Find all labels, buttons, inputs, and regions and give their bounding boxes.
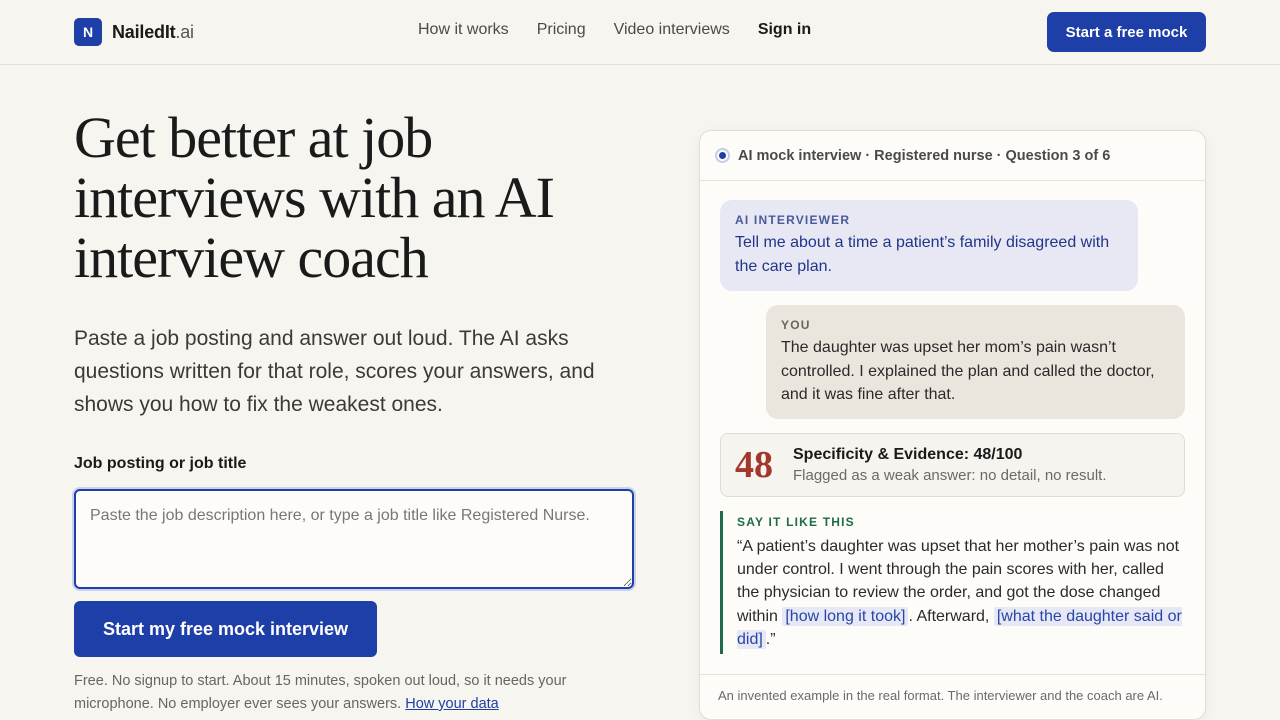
fill-in-slot: [how long it took] bbox=[782, 606, 909, 626]
job-field-label: Job posting or job title bbox=[74, 455, 247, 472]
logo[interactable]: N NailedIt.ai bbox=[74, 18, 194, 46]
nav-how-it-works[interactable]: How it works bbox=[418, 21, 509, 39]
card-header: AI mock interview · Registered nurse · Q… bbox=[700, 131, 1205, 181]
suggestion-part: .” bbox=[765, 630, 776, 648]
interviewer-bubble: AI INTERVIEWER Tell me about a time a pa… bbox=[720, 200, 1138, 291]
coach-suggestion-text: “A patient’s daughter was upset that her… bbox=[737, 535, 1185, 651]
interviewer-label: AI INTERVIEWER bbox=[735, 213, 851, 227]
interviewer-question: Tell me about a time a patient’s family … bbox=[735, 234, 1110, 275]
candidate-label: YOU bbox=[781, 318, 811, 332]
candidate-bubble: YOU The daughter was upset her mom’s pai… bbox=[766, 305, 1185, 419]
nav-video-interviews[interactable]: Video interviews bbox=[614, 21, 730, 39]
logo-name: NailedIt bbox=[112, 21, 176, 42]
mock-interview-preview-card: AI mock interview · Registered nurse · Q… bbox=[699, 130, 1206, 720]
card-header-text: AI mock interview · Registered nurse · Q… bbox=[738, 147, 1111, 164]
logo-text: NailedIt.ai bbox=[112, 22, 194, 43]
score-details: Specificity & Evidence: 48/100 Flagged a… bbox=[793, 446, 1107, 484]
fine-print: Free. No signup to start. About 15 minut… bbox=[74, 670, 574, 716]
score-box: 48 Specificity & Evidence: 48/100 Flagge… bbox=[720, 433, 1185, 497]
hero-title: Get better at job interviews with an AI … bbox=[74, 105, 555, 290]
start-mock-interview-button[interactable]: Start my free mock interview bbox=[74, 601, 377, 657]
score-note: Flagged as a weak answer: no detail, no … bbox=[793, 467, 1107, 484]
job-posting-input[interactable] bbox=[74, 489, 634, 589]
coach-suggestion-label: SAY IT LIKE THIS bbox=[737, 515, 855, 529]
card-footer: An invented example in the real format. … bbox=[700, 674, 1205, 719]
hero-subtitle: Paste a job posting and answer out loud.… bbox=[74, 327, 595, 416]
coach-suggestion: SAY IT LIKE THIS “A patient’s daughter w… bbox=[720, 511, 1185, 654]
logo-mark: N bbox=[74, 18, 102, 46]
main-nav: How it works Pricing Video interviews Si… bbox=[418, 21, 839, 39]
suggestion-part: . Afterward, bbox=[908, 607, 990, 625]
start-free-mock-button[interactable]: Start a free mock bbox=[1047, 12, 1206, 52]
nav-pricing[interactable]: Pricing bbox=[537, 21, 586, 39]
live-dot-icon bbox=[715, 148, 730, 163]
nav-sign-in[interactable]: Sign in bbox=[758, 21, 811, 39]
score-title: Specificity & Evidence: 48/100 bbox=[793, 446, 1023, 463]
site-header: N NailedIt.ai How it works Pricing Video… bbox=[0, 0, 1280, 65]
logo-suffix: .ai bbox=[175, 21, 194, 42]
candidate-answer: The daughter was upset her mom’s pain wa… bbox=[781, 339, 1155, 403]
score-number: 48 bbox=[735, 444, 773, 486]
data-policy-link[interactable]: How your data bbox=[405, 696, 499, 712]
